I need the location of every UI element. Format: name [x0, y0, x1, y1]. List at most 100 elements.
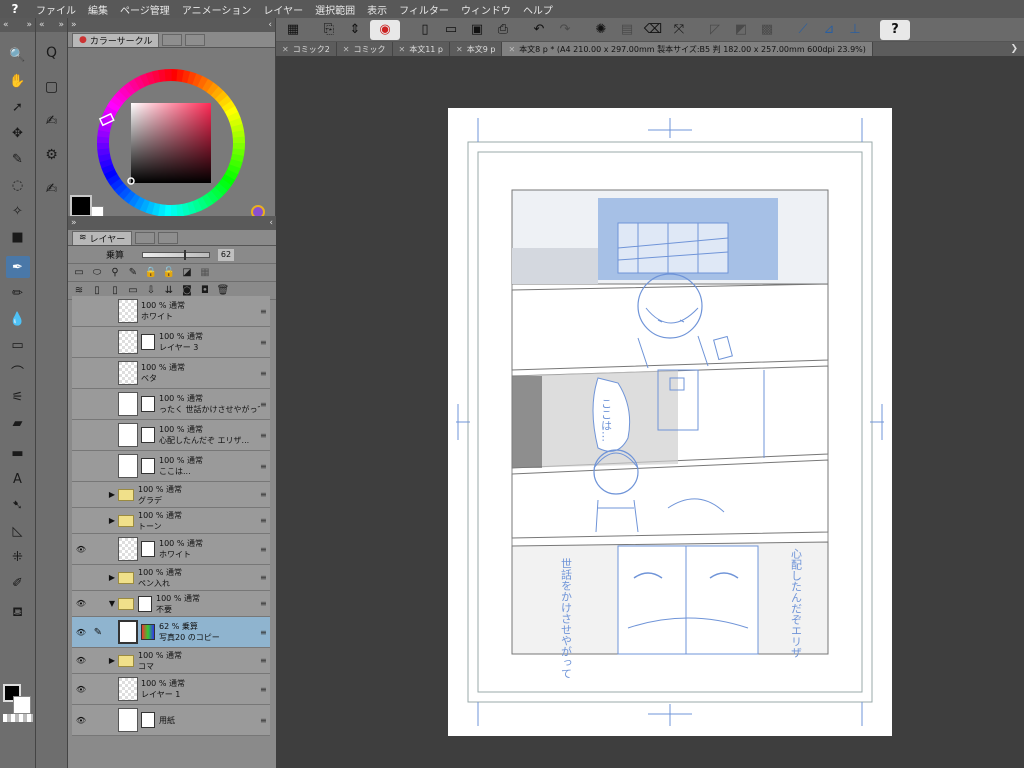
operation-tool-icon[interactable]: ➚: [6, 96, 30, 118]
layer-grip-icon[interactable]: ≡: [260, 573, 270, 582]
app-logo-icon[interactable]: ?: [0, 2, 30, 16]
snap-special-ruler-icon[interactable]: ⊿: [818, 20, 840, 40]
navigator-icon[interactable]: Q: [40, 40, 64, 66]
visibility-eye-icon[interactable]: 👁: [72, 599, 90, 608]
visibility-eye-icon[interactable]: 👁: [72, 628, 90, 637]
doc-tab[interactable]: ✕ コミック: [337, 42, 393, 56]
blend-mode-select[interactable]: 乗算: [72, 248, 138, 261]
snap-ruler-icon[interactable]: ⟋: [792, 20, 814, 40]
fill-selection-icon[interactable]: ▤: [616, 20, 638, 40]
folder-row[interactable]: ▶ 100 % 通常 トーン ≡: [72, 508, 270, 534]
help-icon[interactable]: ?: [880, 19, 910, 40]
menu-window[interactable]: ウィンドウ: [455, 2, 517, 17]
doc-tab[interactable]: ✕ 本文9 p: [450, 42, 503, 56]
lock-transparent-icon[interactable]: 🔓: [162, 266, 176, 280]
visibility-eye-icon[interactable]: 👁: [72, 656, 90, 665]
clear-icon[interactable]: ✺: [590, 20, 612, 40]
ruler-tool-icon[interactable]: ◺: [6, 520, 30, 542]
folder-expand-icon[interactable]: ▶: [106, 656, 118, 665]
visibility-eye-icon[interactable]: 👁: [72, 716, 90, 725]
redo-icon[interactable]: ↷: [554, 20, 576, 40]
expand-icon[interactable]: »: [26, 20, 32, 30]
layer-grip-icon[interactable]: ≡: [260, 490, 270, 499]
invert-selection-icon[interactable]: ◩: [730, 20, 752, 40]
layer-grip-icon[interactable]: ≡: [260, 462, 270, 471]
layer-row-selected[interactable]: 👁 ✎ 62 % 乗算 写真20 のコピー ≡: [72, 617, 270, 648]
layer-property-tab[interactable]: [135, 231, 156, 244]
pencil-tool-icon[interactable]: ✏: [6, 282, 30, 304]
layer-grip-icon[interactable]: ≡: [260, 431, 270, 440]
hue-segment[interactable]: [232, 136, 245, 144]
correct-line-tool-icon[interactable]: ✐: [6, 572, 30, 594]
panel-expand-icon[interactable]: »: [71, 20, 77, 30]
visibility-eye-icon[interactable]: 👁: [72, 545, 90, 554]
blend-tool-icon[interactable]: ⚟: [6, 386, 30, 408]
layer-grip-icon[interactable]: ≡: [260, 599, 270, 608]
clip-icon[interactable]: ⬭: [90, 266, 104, 280]
zoom-tool-icon[interactable]: 🔍: [6, 44, 30, 66]
layer-row[interactable]: 👁 100 % 通常 ホワイト ≡: [72, 534, 270, 565]
layer-grip-icon[interactable]: ≡: [260, 516, 270, 525]
import-icon[interactable]: ⎘: [318, 20, 340, 40]
folder-row[interactable]: ▶ 100 % 通常 ペン入れ ≡: [72, 565, 270, 591]
mask-enable-icon[interactable]: ◪: [180, 266, 194, 280]
doc-tab[interactable]: ✕ コミック2: [276, 42, 337, 56]
show-selection-icon[interactable]: ▩: [756, 20, 778, 40]
text-tool-icon[interactable]: A: [6, 468, 30, 490]
layer-grip-icon[interactable]: ≡: [260, 400, 270, 409]
folder-expand-icon[interactable]: ▶: [106, 490, 118, 499]
print-icon[interactable]: ⎙: [492, 20, 514, 40]
save-icon[interactable]: ▣: [466, 20, 488, 40]
curve-tool-icon[interactable]: ⌒: [6, 360, 30, 382]
collapse-icon[interactable]: «: [3, 20, 9, 30]
layer-grip-icon[interactable]: ≡: [260, 338, 270, 347]
color-set-tab[interactable]: [162, 33, 183, 46]
layer-row[interactable]: 100 % 通常 ホワイト ≡: [72, 296, 270, 327]
menu-page-management[interactable]: ページ管理: [114, 2, 176, 17]
layer-row[interactable]: 👁 100 % 通常 レイヤー 1 ≡: [72, 674, 270, 705]
paint-bucket-tool-icon[interactable]: ⛾: [6, 602, 30, 624]
fill-tool-icon[interactable]: ▰: [6, 412, 30, 434]
opacity-slider[interactable]: [142, 249, 210, 260]
reference-layer-icon[interactable]: ⚲: [108, 266, 122, 280]
eraser-tool-icon[interactable]: ▭: [6, 334, 30, 356]
object-icon[interactable]: ▢: [40, 74, 64, 100]
frame-tool-icon[interactable]: ▬: [6, 442, 30, 464]
visibility-eye-icon[interactable]: 👁: [72, 685, 90, 694]
close-icon[interactable]: ✕: [399, 45, 406, 54]
layer-row[interactable]: 100 % 通常 ここは... ≡: [72, 451, 270, 482]
sub-color-swatch[interactable]: [13, 696, 31, 714]
manga-page[interactable]: ここは… 世話をかけさせやがって 心配したんだぞエリザ: [448, 108, 892, 736]
layer-grip-icon[interactable]: ≡: [260, 628, 270, 637]
opacity-value[interactable]: 62: [218, 248, 234, 261]
close-icon[interactable]: ✕: [456, 45, 463, 54]
transparent-color-swatch[interactable]: [3, 714, 33, 722]
folder-row[interactable]: ▶ 100 % 通常 グラデ ≡: [72, 482, 270, 508]
pen-tool-icon[interactable]: ✒: [5, 256, 30, 278]
layer-row[interactable]: 👁 用紙 ≡: [72, 705, 270, 736]
new-file-icon[interactable]: ▯: [414, 20, 436, 40]
close-icon[interactable]: ✕: [343, 45, 350, 54]
auto-select-tool-icon[interactable]: ✧: [6, 200, 30, 222]
open-file-icon[interactable]: ▭: [440, 20, 462, 40]
lock-icon[interactable]: 🔒: [144, 266, 158, 280]
undo-icon[interactable]: ↶: [528, 20, 550, 40]
layer-grip-icon[interactable]: ≡: [260, 685, 270, 694]
menu-animation[interactable]: アニメーション: [176, 2, 258, 17]
folder-expand-icon[interactable]: ▶: [106, 573, 118, 582]
layer-color-icon[interactable]: ▭: [72, 266, 86, 280]
doc-tab[interactable]: ✕ 本文11 p: [393, 42, 451, 56]
clip-studio-icon[interactable]: ◉: [370, 19, 400, 40]
panel-collapse-icon[interactable]: ‹: [269, 218, 273, 228]
tool-property-icon[interactable]: ⚙: [40, 142, 64, 168]
expand-icon[interactable]: »: [58, 20, 64, 30]
menu-layer[interactable]: レイヤー: [257, 2, 309, 17]
layer-row[interactable]: 100 % 通常 ベタ ≡: [72, 358, 270, 389]
gradient-fill-tool-icon[interactable]: ■: [6, 226, 30, 248]
hue-segment[interactable]: [164, 69, 172, 82]
layer-grip-icon[interactable]: ≡: [260, 369, 270, 378]
transform-icon[interactable]: ⤧: [668, 20, 690, 40]
layer-search-tab[interactable]: [158, 231, 179, 244]
stepper-icon[interactable]: ⇕: [344, 20, 366, 40]
balloon-tool-icon[interactable]: ➷: [6, 494, 30, 516]
